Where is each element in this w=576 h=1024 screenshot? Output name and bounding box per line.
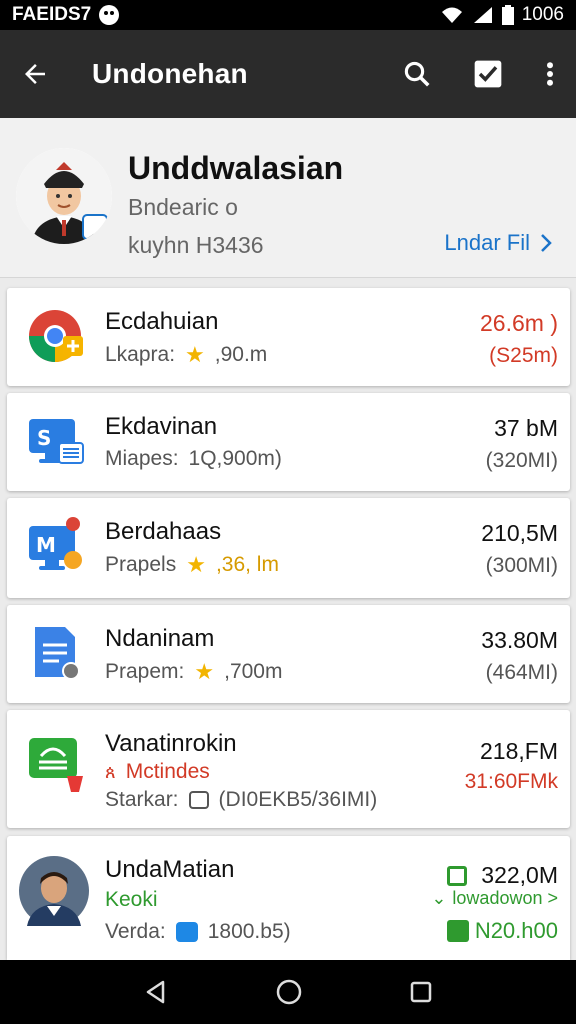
item-tag-label: Mctindes <box>125 760 210 783</box>
list-item[interactable]: S Ekdavinan Miapes: 1Q,900m) 37 bM (320M… <box>7 393 570 491</box>
item-detail: (DI0EKB5/36IMI) <box>218 788 378 811</box>
profile-name: Unddwalasian <box>128 150 344 186</box>
profile-header: Unddwalasian Bndearic o kuyhn H3436 Lnda… <box>0 118 576 278</box>
app-title: Undonehan <box>92 58 248 89</box>
item-subvalue: (464MI) <box>485 661 558 684</box>
profile-subtitle: Bndearic o <box>128 194 238 220</box>
item-details: Starkar: (DI0EKB5/36IMI) <box>105 788 377 812</box>
chat-app-icon <box>25 734 85 794</box>
item-prefix: Verda: <box>105 920 166 943</box>
svg-text:M: M <box>36 533 56 557</box>
profile-link-label: Lndar Fil <box>444 230 530 255</box>
profile-avatar[interactable] <box>16 148 112 244</box>
message-icon <box>188 791 209 809</box>
tag-icon: ጰ <box>105 761 116 782</box>
check-box-icon[interactable] <box>472 58 504 90</box>
star-icon: ★ <box>185 342 205 367</box>
user-avatar <box>19 856 89 926</box>
status-green-icon <box>446 920 469 942</box>
item-detail: 1Q,900m) <box>188 447 282 470</box>
item-subvalue: 31:60FMk <box>464 770 558 793</box>
download-status: ⌄ lowadowon > <box>431 888 558 909</box>
item-title: Berdahaas <box>105 518 222 545</box>
svg-text:S: S <box>37 426 51 450</box>
recents-nav-icon[interactable] <box>409 980 433 1004</box>
battery-icon <box>501 5 514 25</box>
search-icon[interactable] <box>402 59 432 89</box>
item-title: Ecdahuian <box>105 308 219 335</box>
profile-meta: kuyhn H3436 <box>128 232 264 258</box>
item-detail: 1800.b5) <box>207 920 291 943</box>
item-value-label: 322,0M <box>481 862 558 888</box>
item-detail: ,36, lm <box>215 553 279 576</box>
back-icon[interactable] <box>20 59 50 89</box>
list-item[interactable]: Vanatinrokin ጰ Mctindes Starkar: (DI0EKB… <box>7 710 570 828</box>
item-details: Lkapra: ★ ,90.m <box>105 342 267 368</box>
item-prefix: Miapes: <box>105 447 179 470</box>
list-item[interactable]: M Berdahaas Prapels ★ ,36, lm 210,5M (30… <box>7 498 570 598</box>
item-details: Verda: 1800.b5) <box>105 920 291 944</box>
item-detail: ,700m <box>224 660 283 683</box>
wifi-icon <box>441 7 462 23</box>
system-nav-bar <box>0 960 576 1024</box>
item-prefix: Starkar: <box>105 788 179 811</box>
list-item[interactable]: UndaMatian Keoki Verda: 1800.b5) 322,0M … <box>7 836 570 960</box>
more-vert-icon[interactable] <box>544 59 556 89</box>
mail-monitor-icon: M <box>25 516 85 576</box>
item-subvalue: (320MI) <box>485 449 558 472</box>
status-time: 1006 <box>521 4 564 25</box>
chat-green-icon <box>447 865 468 886</box>
item-details: Miapes: 1Q,900m) <box>105 447 282 471</box>
item-value: 26.6m ) <box>480 310 558 336</box>
item-tag: Keoki <box>105 888 158 912</box>
item-title: Ndaninam <box>105 625 215 652</box>
app-bar: Undonehan <box>0 30 576 118</box>
download-label: lowadowon > <box>452 888 558 908</box>
item-value: 37 bM <box>494 415 558 441</box>
item-subvalue: N20.h00 <box>446 918 558 944</box>
item-details: Prapem: ★ ,700m <box>105 659 282 685</box>
item-details: Prapels ★ ,36, lm <box>105 552 279 578</box>
star-icon: ★ <box>194 659 215 684</box>
signal-icon <box>473 7 492 23</box>
star-icon: ★ <box>186 552 206 577</box>
item-value: 33.80M <box>481 627 558 653</box>
download-icon: ⌄ <box>431 888 447 908</box>
item-title: UndaMatian <box>105 856 235 883</box>
home-nav-icon[interactable] <box>275 978 303 1006</box>
item-value: 218,FM <box>480 738 558 764</box>
item-detail: ,90.m <box>214 343 268 366</box>
item-tag-label: Keoki <box>105 888 158 911</box>
list-item[interactable]: Ndaninam Prapem: ★ ,700m 33.80M (464MI) <box>7 605 570 703</box>
item-prefix: Prapem: <box>105 660 185 683</box>
chevron-right-icon <box>541 234 552 252</box>
item-value: 210,5M <box>481 520 558 546</box>
back-nav-icon[interactable] <box>143 979 169 1005</box>
profile-link[interactable]: Lndar Fil <box>444 230 552 256</box>
item-tag: ጰ Mctindes <box>105 760 210 784</box>
status-left-text: FAEIDS7 <box>12 4 92 25</box>
item-title: Ekdavinan <box>105 413 218 440</box>
chrome-app-icon <box>25 306 85 366</box>
verified-badge-icon <box>82 214 108 240</box>
monitor-app-icon: S <box>25 411 85 471</box>
status-bar: FAEIDS7 1006 <box>0 0 576 30</box>
document-app-icon <box>25 623 85 683</box>
item-value: 322,0M <box>447 862 558 889</box>
item-subvalue: (S25m) <box>489 344 558 367</box>
notification-icon <box>99 5 120 25</box>
item-title: Vanatinrokin <box>105 730 237 757</box>
list-item[interactable]: Ecdahuian Lkapra: ★ ,90.m 26.6m ) (S25m) <box>7 288 570 386</box>
item-subvalue: (300MI) <box>485 554 558 577</box>
item-prefix: Lkapra: <box>105 343 176 366</box>
item-subvalue-label: N20.h00 <box>474 918 558 943</box>
item-prefix: Prapels <box>105 553 177 576</box>
message-icon <box>175 922 198 942</box>
